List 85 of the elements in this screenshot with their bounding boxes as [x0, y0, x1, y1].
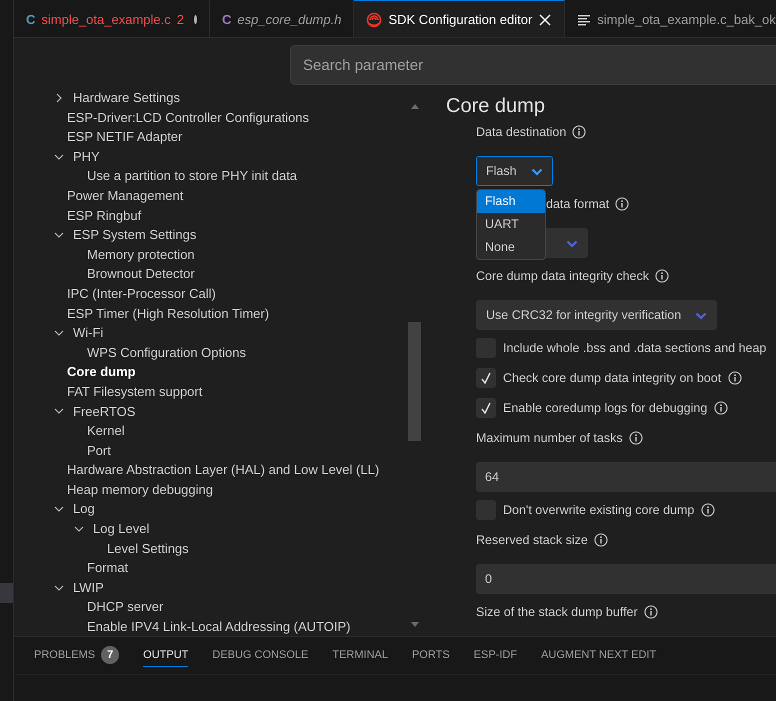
tree-item[interactable]: Hardware Settings — [14, 88, 430, 108]
setting-label: Check core dump data integrity on boot — [503, 370, 722, 387]
info-icon[interactable] — [728, 371, 742, 385]
tree-item[interactable]: Log Level — [14, 519, 430, 539]
tree-item[interactable]: Hardware Abstraction Layer (HAL) and Low Level (LL) — [14, 460, 430, 480]
scrollbar-thumb[interactable] — [408, 322, 421, 441]
checkmark-icon — [480, 372, 492, 384]
scroll-down-icon[interactable] — [410, 621, 420, 629]
tree-item[interactable]: ESP System Settings — [14, 225, 430, 245]
tree-item[interactable]: Kernel — [14, 421, 430, 441]
tree-item[interactable]: ESP Ringbuf — [14, 206, 430, 226]
tree-item[interactable]: ESP NETIF Adapter — [14, 127, 430, 147]
panel-tab[interactable]: ESP-IDF — [474, 644, 518, 668]
info-icon[interactable] — [594, 533, 608, 547]
tree-item[interactable]: ESP Timer (High Resolution Timer) — [14, 304, 430, 324]
number-field[interactable]: 64 — [476, 462, 776, 492]
setting-label: Size of the stack dump buffer — [476, 604, 638, 621]
setting-label: Include whole .bss and .data sections and heap — [503, 340, 766, 357]
file-type-letter: C — [26, 10, 36, 29]
editor-tab[interactable]: SDK Configuration editor — [354, 0, 566, 37]
setting-label: Data destination — [476, 124, 566, 141]
problem-count: 2 — [176, 10, 184, 29]
info-icon[interactable] — [628, 431, 643, 445]
setting-label: Reserved stack size — [476, 532, 588, 549]
tree-item[interactable]: FreeRTOS — [14, 402, 430, 422]
dropdown-option[interactable]: UART — [477, 213, 545, 236]
chevron-down-icon — [695, 310, 708, 320]
tree-item[interactable]: Core dump — [14, 362, 430, 382]
spiral-icon — [366, 12, 382, 28]
info-icon[interactable] — [615, 197, 630, 211]
panel-tab[interactable]: OUTPUT — [143, 644, 188, 668]
tree-item[interactable]: Port — [14, 440, 430, 460]
active-item-indicator — [0, 583, 13, 603]
panel-tab[interactable]: PORTS — [412, 644, 450, 668]
tree-item[interactable]: Log — [14, 499, 430, 520]
tree-item[interactable]: FAT Filesystem support — [14, 382, 430, 402]
lines-icon — [577, 12, 592, 26]
panel-tab[interactable]: TERMINAL — [332, 644, 388, 668]
section-title: Core dump — [446, 94, 546, 118]
dropdown-option[interactable]: Flash — [477, 190, 545, 213]
tab-label: SDK Configuration editor — [388, 10, 532, 29]
tree-item[interactable]: DHCP server — [14, 597, 430, 618]
dropdown-select[interactable]: Use CRC32 for integrity verification — [476, 300, 718, 330]
info-icon[interactable] — [644, 605, 658, 619]
info-icon[interactable] — [714, 401, 728, 415]
tree-item[interactable]: Format — [14, 558, 430, 578]
panel-tab[interactable]: AUGMENT NEXT EDIT — [541, 644, 656, 668]
tree-item[interactable]: LWIP — [14, 578, 430, 598]
setting-label: data format — [546, 196, 610, 213]
tree-item[interactable]: WPS Configuration Options — [14, 342, 430, 362]
info-icon[interactable] — [701, 503, 716, 517]
chevron-down-icon — [566, 238, 578, 248]
setting-label: Core dump data integrity check — [476, 268, 650, 285]
tree-item[interactable]: Wi-Fi — [14, 323, 430, 343]
tree-item[interactable]: Use a partition to store PHY init data — [14, 166, 430, 186]
number-field[interactable]: 0 — [476, 564, 776, 594]
setting-label: Don't overwrite existing core dump — [503, 502, 694, 519]
checkbox[interactable] — [476, 398, 496, 418]
count-badge: 7 — [101, 646, 120, 664]
tree-item[interactable]: Enable IPV4 Link-Local Addressing (AUTOIP) — [14, 617, 430, 637]
dropdown-option[interactable]: None — [477, 236, 545, 259]
info-icon[interactable] — [572, 125, 586, 139]
checkmark-icon — [480, 402, 492, 414]
tree-item[interactable]: Heap memory debugging — [14, 480, 430, 500]
setting-label: Enable coredump logs for debugging — [503, 400, 708, 417]
panel-tab[interactable]: PROBLEMS 7 — [34, 643, 120, 668]
panel-tab[interactable]: DEBUG CONSOLE — [212, 644, 308, 668]
tree-item[interactable]: Brownout Detector — [14, 264, 430, 284]
tree-item[interactable]: Power Management — [14, 186, 430, 206]
tab-label: esp_core_dump.h — [237, 10, 342, 29]
tree-item[interactable]: ESP-Driver:LCD Controller Configurations — [14, 108, 430, 128]
checkbox[interactable] — [476, 368, 496, 388]
setting-label: Maximum number of tasks — [476, 430, 623, 447]
scroll-up-icon[interactable] — [410, 102, 420, 110]
tab-label: simple_ota_example.c_bak_ok — [597, 10, 776, 29]
tree-item[interactable]: Level Settings — [14, 538, 430, 558]
search-field[interactable]: Search parameter — [290, 45, 776, 85]
close-icon[interactable] — [538, 12, 552, 26]
tree-item[interactable]: Memory protection — [14, 244, 430, 264]
dropdown-select[interactable]: Flash — [476, 156, 553, 186]
info-icon[interactable] — [655, 269, 670, 283]
tree-item[interactable]: IPC (Inter-Processor Call) — [14, 284, 430, 304]
tab-label: simple_ota_example.c — [41, 10, 171, 29]
file-type-letter: C — [222, 10, 232, 29]
tree-item[interactable]: PHY — [14, 146, 430, 166]
